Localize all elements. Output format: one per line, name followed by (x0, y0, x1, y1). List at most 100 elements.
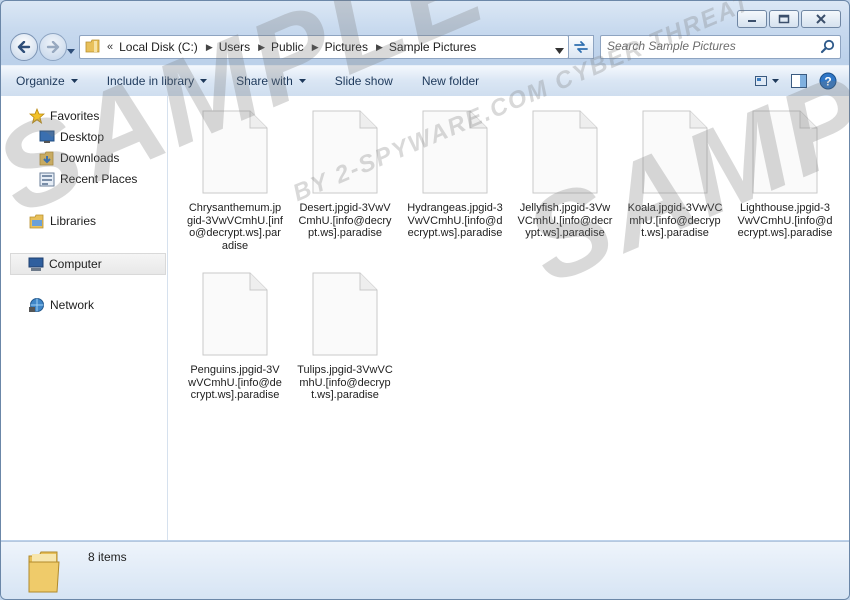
close-icon (816, 14, 826, 24)
details-pane: 8 items (1, 541, 849, 599)
new-folder-button[interactable]: New folder (422, 74, 479, 88)
refresh-icon (574, 41, 588, 53)
file-item[interactable]: Penguins.jpgid-3VwVCmhU.[info@decrypt.ws… (185, 258, 285, 402)
slide-show-button[interactable]: Slide show (335, 74, 393, 88)
file-item[interactable]: Jellyfish.jpgid-3VwVCmhU.[info@decrypt.w… (515, 96, 615, 240)
chevron-down-icon (772, 79, 779, 83)
chevron-down-icon (298, 79, 306, 83)
document-icon (422, 110, 488, 194)
share-with-label: Share with (236, 74, 293, 88)
chevron-right-icon[interactable]: ▶ (206, 42, 213, 53)
chevron-right-icon[interactable]: ▶ (376, 42, 383, 53)
file-item[interactable]: Lighthouse.jpgid-3VwVCmhU.[info@decrypt.… (735, 96, 835, 240)
view-icon (755, 76, 767, 86)
slide-show-label: Slide show (334, 74, 393, 88)
breadcrumb-item[interactable]: Local Disk (C:) ▶ (119, 40, 213, 54)
back-arrow-icon (17, 41, 31, 53)
command-bar: Organize Include in library Share with S… (1, 65, 849, 97)
document-icon (202, 110, 268, 194)
file-name: Tulips.jpgid-3VwVCmhU.[info@decrypt.ws].… (297, 364, 393, 401)
nav-desktop-label: Desktop (60, 130, 105, 144)
nav-libraries-label: Libraries (50, 214, 97, 228)
explorer-window: « Local Disk (C:) ▶ Users ▶ Public ▶ Pictur… (0, 0, 850, 600)
document-icon (202, 272, 268, 356)
nav-downloads-label: Downloads (60, 151, 120, 165)
file-name: Koala.jpgid-3VwVCmhU.[info@decrypt.ws].p… (627, 202, 723, 239)
nav-network[interactable]: Network (28, 295, 94, 315)
address-history-dropdown[interactable] (555, 43, 564, 57)
libraries-icon (28, 213, 46, 229)
breadcrumb-item[interactable]: Sample Pictures (389, 40, 476, 54)
desktop-icon (38, 129, 56, 145)
refresh-button[interactable] (568, 35, 594, 59)
breadcrumb-overflow[interactable]: « (107, 41, 113, 53)
nav-recent-places[interactable]: Recent Places (38, 169, 137, 189)
star-icon (28, 108, 46, 124)
svg-text:?: ? (824, 75, 831, 89)
nav-downloads[interactable]: Downloads (38, 148, 119, 168)
nav-network-label: Network (50, 298, 95, 312)
include-in-library-label: Include in library (106, 74, 195, 88)
minimize-icon (748, 20, 756, 22)
maximize-button[interactable] (769, 10, 799, 28)
breadcrumb-label: Users (218, 40, 251, 54)
minimize-button[interactable] (737, 10, 767, 28)
preview-pane-button[interactable] (791, 74, 807, 88)
address-row: « Local Disk (C:) ▶ Users ▶ Public ▶ Pictur… (1, 31, 849, 63)
share-with-button[interactable]: Share with (236, 74, 306, 88)
recent-places-icon (38, 171, 56, 187)
document-icon (312, 110, 378, 194)
document-icon (752, 110, 818, 194)
navigation-pane: Favorites Desktop Downloads Recent Place… (1, 96, 168, 540)
breadcrumb-label: Local Disk (C:) (119, 40, 198, 54)
nav-computer-label: Computer (49, 257, 102, 271)
downloads-folder-icon (38, 150, 56, 166)
forward-button[interactable] (39, 33, 67, 61)
change-view-button[interactable] (755, 75, 779, 87)
view-controls: ? (755, 66, 849, 96)
file-item[interactable]: Koala.jpgid-3VwVCmhU.[info@decrypt.ws].p… (625, 96, 725, 240)
address-bar[interactable]: « Local Disk (C:) ▶ Users ▶ Public ▶ Pictur… (79, 35, 569, 59)
help-button[interactable]: ? (819, 72, 837, 90)
chevron-right-icon[interactable]: ▶ (258, 42, 265, 53)
search-box[interactable] (600, 35, 841, 59)
search-input[interactable] (607, 36, 812, 56)
nav-desktop[interactable]: Desktop (38, 127, 104, 147)
breadcrumb-label: Pictures (324, 40, 368, 54)
file-name: Lighthouse.jpgid-3VwVCmhU.[info@decrypt.… (737, 202, 833, 239)
nav-favorites-label: Favorites (50, 109, 100, 123)
window-controls (737, 10, 841, 28)
chevron-down-icon (555, 48, 564, 54)
nav-computer[interactable]: Computer (10, 253, 166, 275)
organize-button[interactable]: Organize (16, 74, 78, 88)
breadcrumb-item[interactable]: Pictures ▶ (325, 40, 383, 54)
file-item[interactable]: Chrysanthemum.jpgid-3VwVCmhU.[info@decry… (185, 96, 285, 252)
chevron-down-icon (200, 79, 208, 83)
organize-label: Organize (16, 74, 65, 88)
file-item[interactable]: Tulips.jpgid-3VwVCmhU.[info@decrypt.ws].… (295, 258, 395, 402)
maximize-icon (778, 14, 790, 24)
recent-pages-dropdown[interactable] (67, 43, 75, 57)
back-button[interactable] (10, 33, 38, 61)
nav-recent-places-label: Recent Places (60, 172, 138, 186)
search-icon[interactable] (820, 39, 836, 58)
file-item[interactable]: Desert.jpgid-3VwVCmhU.[info@decrypt.ws].… (295, 96, 395, 240)
document-icon (312, 272, 378, 356)
breadcrumb-item[interactable]: Public ▶ (271, 40, 319, 54)
chevron-down-icon (67, 49, 75, 54)
chevron-down-icon (70, 79, 78, 83)
nav-favorites[interactable]: Favorites (28, 106, 99, 126)
new-folder-label: New folder (421, 74, 480, 88)
file-item[interactable]: Hydrangeas.jpgid-3VwVCmhU.[info@decrypt.… (405, 96, 505, 240)
chevron-right-icon[interactable]: ▶ (312, 42, 319, 53)
nav-libraries[interactable]: Libraries (28, 211, 96, 231)
file-name: Hydrangeas.jpgid-3VwVCmhU.[info@decrypt.… (407, 202, 503, 239)
file-name: Penguins.jpgid-3VwVCmhU.[info@decrypt.ws… (188, 364, 282, 401)
preview-pane-icon (791, 74, 807, 88)
folder-icon (85, 39, 101, 56)
breadcrumb-item[interactable]: Users ▶ (219, 40, 265, 54)
close-button[interactable] (801, 10, 841, 28)
item-count: 8 items (88, 550, 127, 564)
include-in-library-button[interactable]: Include in library (106, 74, 208, 88)
document-icon (642, 110, 708, 194)
